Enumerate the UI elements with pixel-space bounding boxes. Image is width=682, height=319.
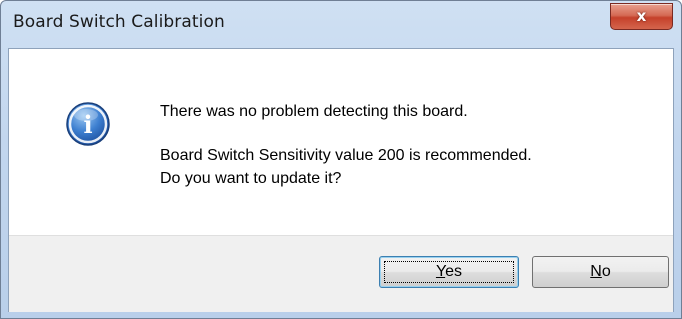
dialog-client-area: i There was no problem detecting this bo… [8, 48, 674, 312]
info-icon: i [66, 102, 110, 146]
close-icon: x [636, 7, 647, 25]
no-rest: o [601, 263, 611, 280]
message-line-2: Board Switch Sensitivity value 200 is re… [160, 147, 532, 164]
title-bar[interactable]: Board Switch Calibration x [1, 1, 681, 49]
yes-rest: es [445, 263, 463, 280]
no-mnemonic: N [590, 263, 602, 280]
no-button-label: No [590, 263, 610, 280]
button-bar: Yes No [9, 235, 673, 312]
dialog-window: Board Switch Calibration x i There was n… [0, 0, 682, 319]
message-line-3: Do you want to update it? [160, 170, 342, 187]
window-title: Board Switch Calibration [13, 12, 225, 32]
close-button[interactable]: x [610, 3, 673, 30]
yes-button-label: Yes [436, 263, 462, 280]
yes-button[interactable]: Yes [379, 256, 519, 288]
yes-mnemonic: Y [435, 263, 446, 280]
no-button[interactable]: No [532, 256, 669, 288]
message-line-1: There was no problem detecting this boar… [160, 103, 468, 120]
message-area: i There was no problem detecting this bo… [9, 49, 673, 235]
info-glyph: i [83, 110, 92, 139]
